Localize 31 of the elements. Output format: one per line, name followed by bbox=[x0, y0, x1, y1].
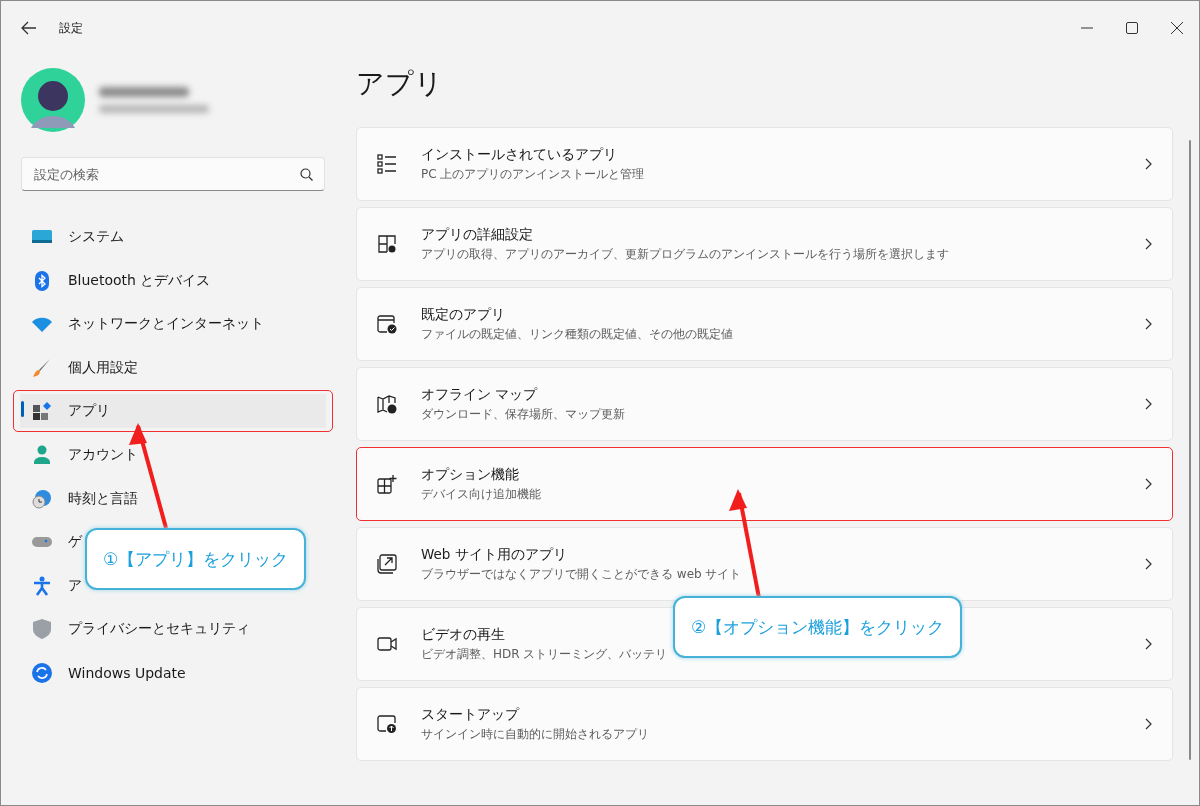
sidebar-item-label: 個人用設定 bbox=[68, 358, 138, 377]
sidebar-item-label: システム bbox=[68, 228, 124, 246]
sidebar-item-label: プライバシーとセキュリティ bbox=[68, 620, 250, 639]
card-title: インストールされているアプリ bbox=[421, 145, 617, 164]
card-description: デバイス向け追加機能 bbox=[421, 485, 541, 503]
sidebar-item-label: ゲ bbox=[68, 533, 82, 552]
card-title: Web サイト用のアプリ bbox=[421, 545, 567, 564]
card-description: PC 上のアプリのアンインストールと管理 bbox=[421, 165, 645, 183]
card-description: ブラウザーではなくアプリで開くことができる web サイト bbox=[421, 565, 742, 583]
card-description: サインイン時に自動的に開始されるアプリ bbox=[421, 725, 649, 743]
card-title: オプション機能 bbox=[421, 465, 519, 484]
sidebar-item-label: アプリ bbox=[68, 402, 110, 421]
page-title: アプリ bbox=[356, 66, 444, 102]
sidebar-item-label: Bluetooth とデバイス bbox=[68, 271, 211, 290]
sidebar-item-label: Windows Update bbox=[68, 664, 186, 681]
card-description: ダウンロード、保存場所、マップ更新 bbox=[421, 405, 625, 423]
card-title: アプリの詳細設定 bbox=[421, 225, 533, 244]
callout-tooltip: ②【オプション機能】をクリック bbox=[673, 596, 963, 658]
sidebar-item-label: 時刻と言語 bbox=[68, 489, 138, 508]
card-description: ビデオ調整、HDR ストリーミング、バッテリ bbox=[421, 645, 668, 663]
sidebar-item-label: ア bbox=[68, 576, 82, 595]
window-title: 設定 bbox=[59, 19, 83, 37]
card-title: スタートアップ bbox=[421, 705, 519, 724]
callout-tooltip: ①【アプリ】をクリック bbox=[85, 528, 307, 590]
sidebar-item-label: アカウント bbox=[68, 445, 138, 464]
card-description: アプリの取得、アプリのアーカイブ、更新プログラムのアンインストールを行う場所を選択します bbox=[421, 245, 949, 263]
card-title: ビデオの再生 bbox=[421, 625, 505, 644]
sidebar-item-label: ネットワークとインターネット bbox=[68, 315, 264, 334]
card-description: ファイルの既定値、リンク種類の既定値、その他の既定値 bbox=[421, 325, 733, 343]
card-title: 既定のアプリ bbox=[421, 305, 505, 324]
card-title: オフライン マップ bbox=[421, 385, 538, 404]
